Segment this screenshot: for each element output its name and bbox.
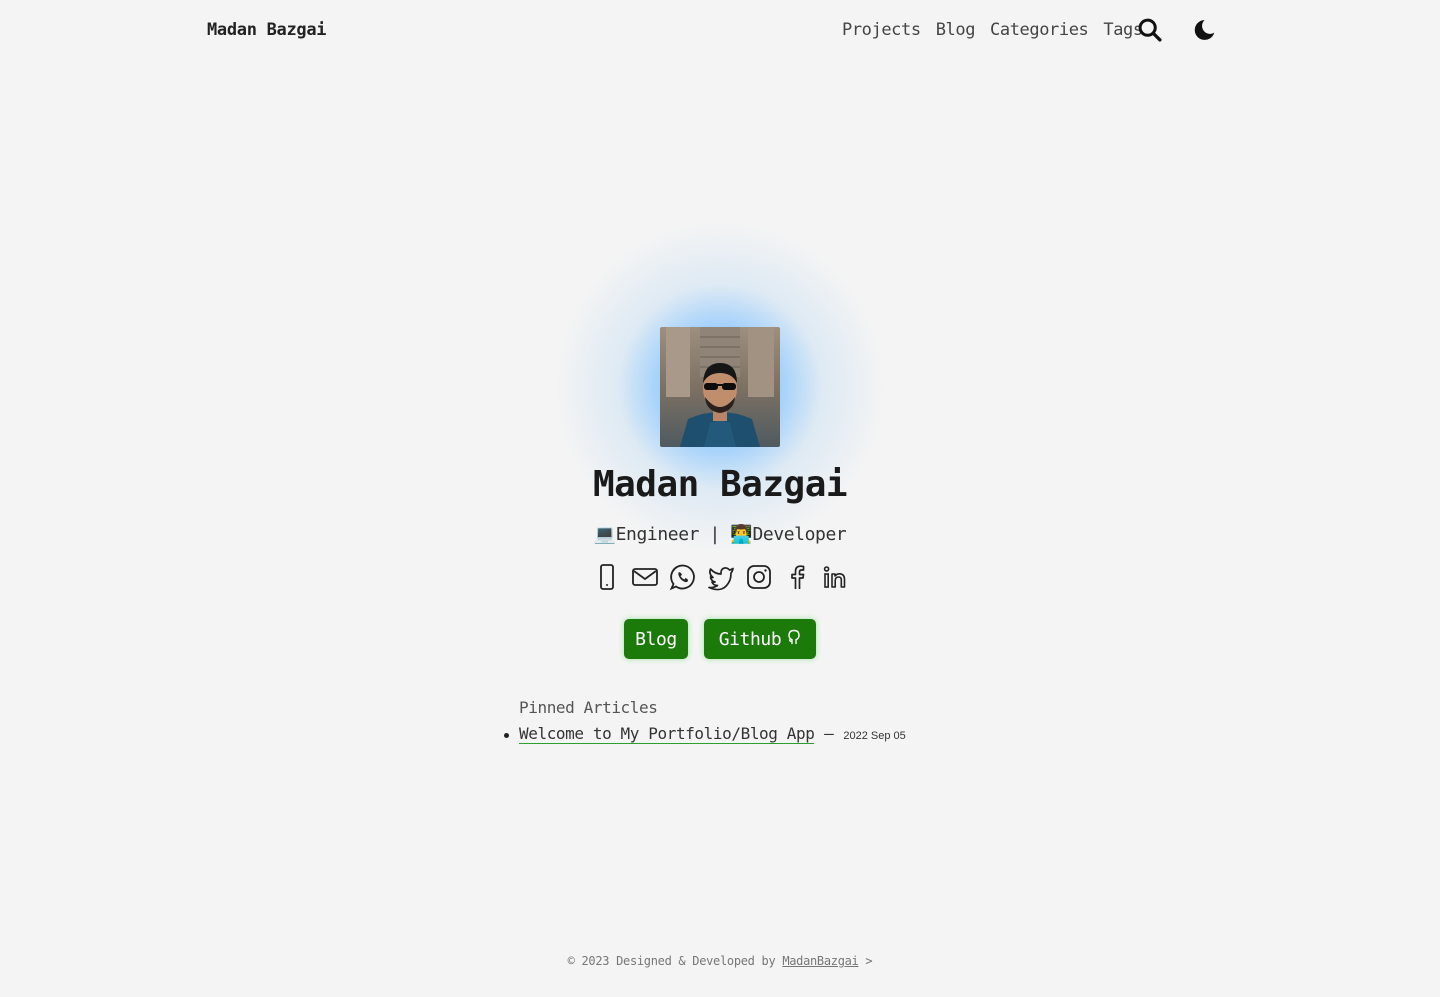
pinned-post-separator: — bbox=[814, 724, 844, 743]
twitter-icon[interactable] bbox=[707, 562, 735, 592]
brand-link[interactable]: Madan Bazgai bbox=[207, 20, 327, 40]
list-item: Welcome to My Portfolio/Blog App — 2022 … bbox=[504, 724, 906, 744]
blog-button[interactable]: Blog bbox=[624, 619, 688, 659]
facebook-icon[interactable] bbox=[783, 562, 811, 592]
footer-author-link[interactable]: MadanBazgai bbox=[782, 954, 858, 968]
search-icon[interactable] bbox=[1136, 16, 1164, 44]
phone-icon[interactable] bbox=[593, 562, 621, 592]
blog-button-label: Blog bbox=[635, 628, 677, 650]
whatsapp-icon[interactable] bbox=[669, 562, 697, 592]
pinned-post-date: 2022 Sep 05 bbox=[843, 730, 906, 742]
nav-link-categories[interactable]: Categories bbox=[990, 20, 1089, 40]
instagram-icon[interactable] bbox=[745, 562, 773, 592]
mail-icon[interactable] bbox=[631, 562, 659, 592]
github-button[interactable]: Github bbox=[704, 619, 816, 659]
nav-link-blog[interactable]: Blog bbox=[936, 20, 976, 40]
avatar bbox=[660, 327, 780, 447]
social-links bbox=[593, 562, 849, 592]
top-nav: Madan Bazgai Projects Blog Categories Ta… bbox=[0, 0, 1440, 64]
footer-suffix: > bbox=[858, 954, 873, 968]
nav-link-projects[interactable]: Projects bbox=[842, 20, 921, 40]
pinned-post-link[interactable]: Welcome to My Portfolio/Blog App bbox=[519, 724, 815, 744]
hero-name: Madan Bazgai bbox=[592, 464, 848, 505]
footer-copyright: © 2023 Designed & Developed by bbox=[567, 954, 783, 968]
moon-icon[interactable] bbox=[1190, 16, 1218, 44]
github-icon bbox=[787, 629, 801, 650]
pinned-list: Welcome to My Portfolio/Blog App — 2022 … bbox=[504, 724, 906, 744]
github-button-label: Github bbox=[718, 628, 782, 650]
footer: © 2023 Designed & Developed by MadanBazg… bbox=[0, 954, 1440, 968]
pinned-heading: Pinned Articles bbox=[519, 698, 658, 717]
linkedin-icon[interactable] bbox=[821, 562, 849, 592]
nav-links: Projects Blog Categories Tags bbox=[842, 20, 1143, 40]
tagline: 💻Engineer | 👨‍💻Developer bbox=[593, 524, 847, 545]
